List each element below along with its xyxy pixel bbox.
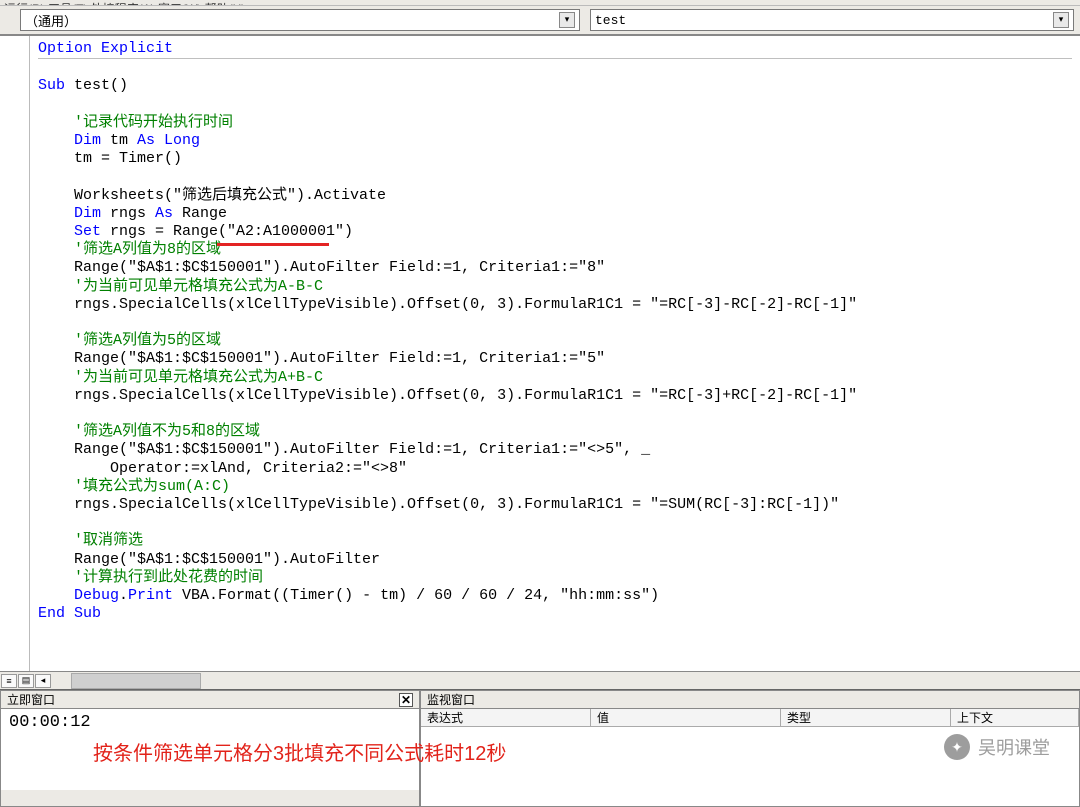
chevron-down-icon[interactable]: ▾: [1053, 12, 1069, 28]
watch-window-titlebar: 监视窗口: [421, 691, 1079, 709]
watch-header-type[interactable]: 类型: [781, 709, 951, 726]
code-editor[interactable]: Option Explicit Sub test() '记录代码开始执行时间 D…: [0, 35, 1080, 671]
horizontal-scrollbar[interactable]: [1, 790, 419, 806]
immediate-window[interactable]: 立即窗口 ✕ 00:00:12 按条件筛选单元格分3批填充不同公式耗时12秒: [0, 690, 420, 807]
editor-bottom-bar: ≡ ▤ ◂: [0, 671, 1080, 689]
horizontal-scrollbar[interactable]: [55, 673, 1080, 689]
procedure-dropdown[interactable]: test ▾: [590, 9, 1074, 31]
procedure-view-icon[interactable]: ≡: [1, 674, 17, 688]
immediate-window-titlebar: 立即窗口 ✕: [1, 691, 419, 709]
code-text-area[interactable]: Option Explicit Sub test() '记录代码开始执行时间 D…: [30, 36, 1080, 671]
watermark: ✦ 吴明课堂: [944, 734, 1050, 760]
watch-header-expression[interactable]: 表达式: [421, 709, 591, 726]
procedure-selector-row: （通用） ▾ test ▾: [0, 6, 1080, 35]
annotation-text: 按条件筛选单元格分3批填充不同公式耗时12秒: [93, 737, 506, 766]
watch-header-context[interactable]: 上下文: [951, 709, 1079, 726]
close-icon[interactable]: ✕: [399, 693, 413, 707]
watch-window-title: 监视窗口: [427, 691, 475, 708]
watch-header-value[interactable]: 值: [591, 709, 781, 726]
red-underline-annotation: [217, 243, 329, 246]
lower-panes: 立即窗口 ✕ 00:00:12 按条件筛选单元格分3批填充不同公式耗时12秒 监…: [0, 689, 1080, 807]
object-dropdown[interactable]: （通用） ▾: [20, 9, 580, 31]
immediate-window-title: 立即窗口: [7, 691, 55, 708]
watch-headers-row: 表达式 值 类型 上下文: [421, 709, 1079, 727]
procedure-dropdown-value: test: [595, 13, 626, 28]
chevron-down-icon[interactable]: ▾: [559, 12, 575, 28]
object-dropdown-value: （通用）: [25, 11, 77, 30]
left-arrow-icon[interactable]: ◂: [35, 674, 51, 688]
immediate-output-line: 00:00:12: [9, 713, 91, 732]
full-module-view-icon[interactable]: ▤: [18, 674, 34, 688]
immediate-window-body[interactable]: 00:00:12 按条件筛选单元格分3批填充不同公式耗时12秒: [1, 709, 419, 806]
watermark-text: 吴明课堂: [978, 734, 1050, 760]
wechat-icon: ✦: [944, 734, 970, 760]
scrollbar-thumb[interactable]: [71, 673, 201, 689]
code-margin: [0, 36, 30, 671]
